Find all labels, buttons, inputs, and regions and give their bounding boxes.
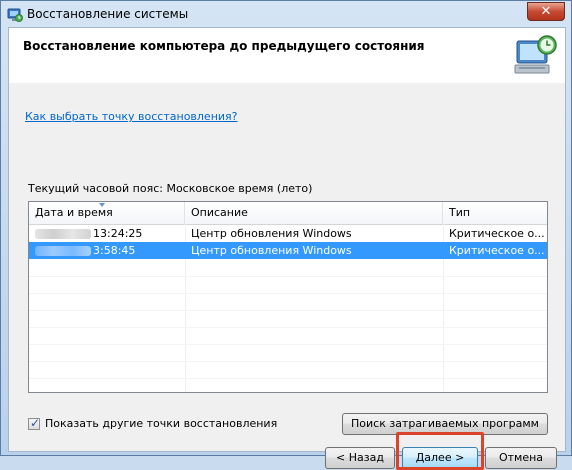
empty-row [29, 327, 547, 345]
redacted-date [35, 246, 91, 256]
empty-row [29, 361, 547, 379]
column-header-datetime[interactable]: Дата и время [29, 202, 185, 224]
show-more-label[interactable]: Показать другие точки восстановления [45, 417, 277, 430]
computer-restore-clock-icon [511, 31, 559, 79]
close-icon: ✕ [540, 4, 552, 19]
row-type: Критическое о... [449, 227, 545, 240]
title-bar[interactable]: Восстановление системы ✕ [1, 1, 571, 29]
wizard-header: Восстановление компьютера до предыдущего… [9, 28, 565, 83]
row-description: Центр обновления Windows [191, 244, 352, 257]
checkmark-icon: ✓ [30, 416, 41, 430]
table-header: Дата и время Описание Тип [29, 202, 547, 225]
row-datetime: 13:24:25 [93, 227, 143, 240]
column-header-type[interactable]: Тип [443, 202, 547, 224]
row-type: Критическое о... [449, 244, 545, 257]
empty-row [29, 310, 547, 328]
help-link-choose-restore-point[interactable]: Как выбрать точку восстановления? [25, 110, 238, 123]
redacted-date [35, 229, 91, 239]
table-row-selected[interactable]: 3:58:45 Центр обновления Windows Критиче… [29, 242, 547, 259]
restore-points-table[interactable]: Дата и время Описание Тип 13:24:25 Центр… [28, 201, 548, 393]
column-header-description[interactable]: Описание [185, 202, 443, 224]
system-restore-icon [7, 7, 23, 23]
empty-row [29, 293, 547, 311]
table-row[interactable]: 13:24:25 Центр обновления Windows Критич… [29, 225, 547, 242]
column-label: Описание [191, 206, 248, 219]
row-datetime: 3:58:45 [93, 244, 136, 257]
column-label: Тип [449, 206, 471, 219]
cancel-button[interactable]: Отмена [485, 447, 557, 469]
timezone-label: Текущий часовой пояс: Московское время (… [28, 182, 313, 195]
system-restore-window: Восстановление системы ✕ Восстановление … [0, 0, 572, 470]
page-title: Восстановление компьютера до предыдущего… [23, 39, 425, 53]
row-description: Центр обновления Windows [191, 227, 352, 240]
wizard-body: Как выбрать точку восстановления? Текущи… [9, 83, 565, 470]
show-more-checkbox[interactable]: ✓ [28, 416, 41, 430]
back-button[interactable]: < Назад [325, 447, 395, 469]
empty-row [29, 276, 547, 294]
window-title: Восстановление системы [27, 7, 189, 21]
close-button[interactable]: ✕ [527, 2, 565, 21]
highlight-frame [396, 432, 484, 470]
empty-row [29, 259, 547, 277]
wizard-client-area: Восстановление компьютера до предыдущего… [8, 27, 566, 470]
sort-arrow-icon [99, 203, 105, 207]
column-label: Дата и время [35, 206, 113, 219]
empty-row [29, 344, 547, 362]
